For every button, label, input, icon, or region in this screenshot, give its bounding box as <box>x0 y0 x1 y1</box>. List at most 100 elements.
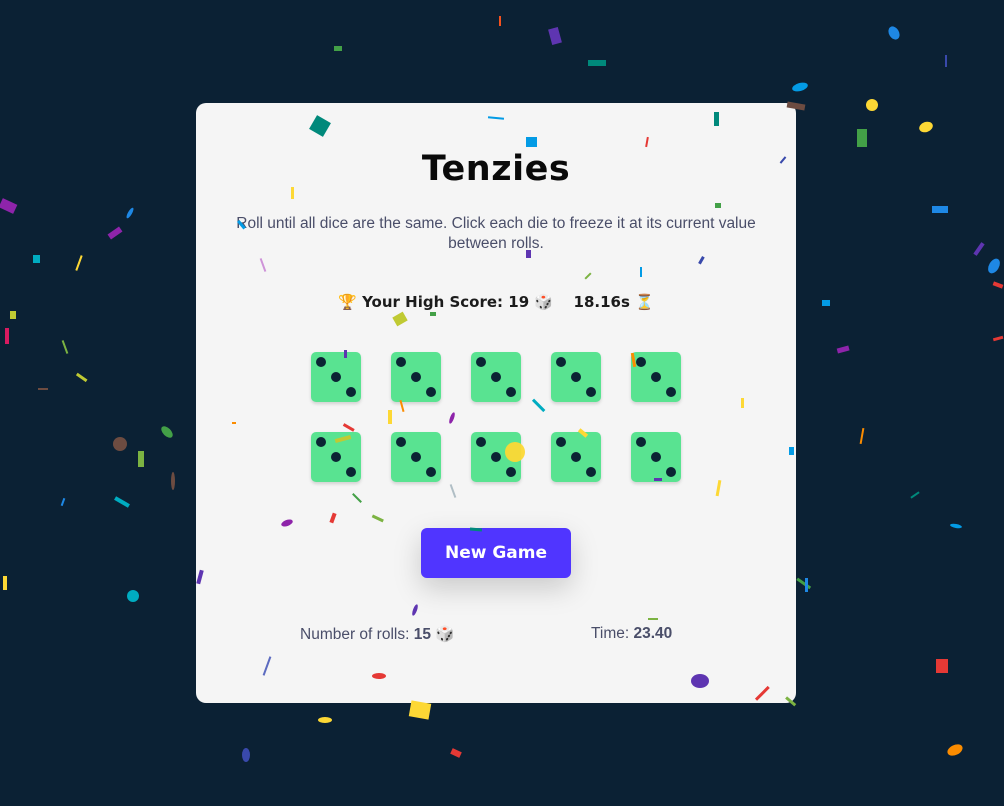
die-1[interactable] <box>311 352 361 402</box>
die-4[interactable] <box>551 352 601 402</box>
die-9[interactable] <box>551 432 601 482</box>
hourglass-icon: ⏳ <box>635 293 654 311</box>
die-pip <box>506 387 516 397</box>
confetti-piece <box>866 99 878 111</box>
confetti-piece <box>936 659 948 673</box>
die-pip <box>346 387 356 397</box>
die-pip <box>396 357 406 367</box>
die-pip <box>636 357 646 367</box>
confetti-piece <box>107 226 123 240</box>
rolls-counter: Number of rolls: 15 🎲 <box>300 625 455 644</box>
game-card: Tenzies Roll until all dice are the same… <box>196 103 796 703</box>
die-pip <box>571 372 581 382</box>
rolls-dice-icon: 🎲 <box>435 626 455 643</box>
die-pip <box>331 452 341 462</box>
confetti-piece <box>910 491 920 499</box>
die-pip <box>426 387 436 397</box>
confetti-piece <box>888 26 900 40</box>
confetti-piece <box>138 451 144 467</box>
die-10[interactable] <box>631 432 681 482</box>
time-label: Time: <box>591 625 630 642</box>
die-pip <box>491 452 501 462</box>
die-pip <box>476 437 486 447</box>
timer: Time: 23.40 <box>591 625 672 643</box>
confetti-piece <box>857 129 867 147</box>
confetti-piece <box>75 372 88 383</box>
time-value: 23.40 <box>633 625 673 642</box>
confetti-piece <box>60 497 66 507</box>
high-score-label: Your High Score: 19 <box>362 293 530 311</box>
die-pip <box>476 357 486 367</box>
die-pip <box>396 437 406 447</box>
high-score-time: 18.16s <box>573 293 630 311</box>
confetti-piece <box>950 523 962 529</box>
confetti-piece <box>318 717 332 723</box>
confetti-piece <box>822 300 830 306</box>
confetti-piece <box>408 700 432 720</box>
die-pip <box>586 467 596 477</box>
die-pip <box>426 467 436 477</box>
confetti-piece <box>973 242 985 256</box>
confetti-piece <box>945 55 947 67</box>
confetti-piece <box>859 427 865 445</box>
confetti-piece <box>947 744 963 756</box>
die-pip <box>316 357 326 367</box>
confetti-piece <box>0 198 18 214</box>
die-pip <box>491 372 501 382</box>
die-pip <box>651 372 661 382</box>
confetti-piece <box>127 590 139 602</box>
high-score: 🏆 Your High Score: 19 🎲 18.16s ⏳ <box>196 293 796 311</box>
die-8[interactable] <box>471 432 521 482</box>
dice-icon: 🎲 <box>534 293 554 311</box>
die-pip <box>411 452 421 462</box>
confetti-piece <box>992 281 1004 289</box>
confetti-piece <box>38 388 48 390</box>
confetti-piece <box>3 576 7 590</box>
die-7[interactable] <box>391 432 441 482</box>
confetti-piece <box>113 437 127 451</box>
confetti-piece <box>33 255 40 263</box>
die-6[interactable] <box>311 432 361 482</box>
new-game-button[interactable]: New Game <box>421 528 571 578</box>
game-title: Tenzies <box>421 149 571 189</box>
confetti-piece <box>126 207 134 219</box>
die-pip <box>556 357 566 367</box>
confetti-piece <box>932 206 948 213</box>
die-pip <box>316 437 326 447</box>
confetti-piece <box>242 748 250 762</box>
confetti-piece <box>836 345 850 354</box>
confetti-piece <box>919 121 933 133</box>
die-3[interactable] <box>471 352 521 402</box>
dice-grid <box>311 352 681 482</box>
confetti-piece <box>805 578 808 592</box>
die-pip <box>556 437 566 447</box>
die-2[interactable] <box>391 352 441 402</box>
die-pip <box>586 387 596 397</box>
confetti-piece <box>161 426 173 438</box>
confetti-piece <box>588 60 606 66</box>
instructions-text: Roll until all dice are the same. Click … <box>236 215 756 252</box>
confetti-piece <box>796 577 812 590</box>
die-pip <box>666 387 676 397</box>
trophy-icon: 🏆 <box>338 293 357 311</box>
die-5[interactable] <box>631 352 681 402</box>
die-pip <box>636 437 646 447</box>
die-pip <box>651 452 661 462</box>
confetti-piece <box>988 258 1000 274</box>
confetti-piece <box>334 46 342 51</box>
confetti-piece <box>499 16 501 26</box>
die-pip <box>411 372 421 382</box>
die-pip <box>506 467 516 477</box>
confetti-piece <box>5 328 9 344</box>
confetti-piece <box>792 82 808 92</box>
die-pip <box>666 467 676 477</box>
confetti-piece <box>548 26 562 46</box>
die-pip <box>331 372 341 382</box>
confetti-piece <box>171 472 175 490</box>
confetti-piece <box>450 748 462 758</box>
confetti-piece <box>61 340 69 354</box>
rolls-label: Number of rolls: <box>300 626 410 643</box>
confetti-piece <box>992 335 1004 342</box>
confetti-piece <box>75 255 83 271</box>
rolls-value: 15 <box>413 626 431 643</box>
